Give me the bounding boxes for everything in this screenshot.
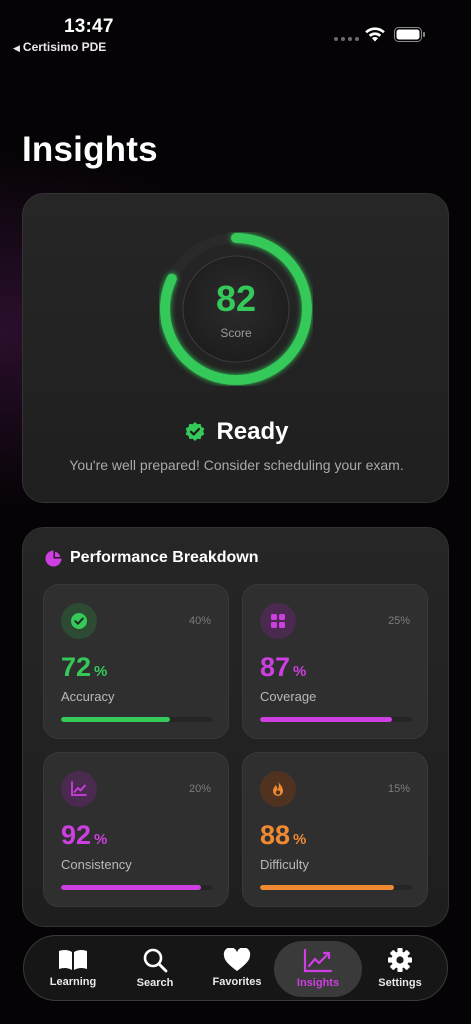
tab-settings[interactable]: Settings [357,936,443,1000]
metric-name: Difficulty [260,857,309,872]
metric-tile-accuracy[interactable]: 40% 72% Accuracy [43,584,229,739]
metric-weight: 25% [387,615,410,627]
tab-bar: Learning Search Favorites Insights Setti… [23,935,448,1001]
status-time: 13:47 [64,16,114,37]
readiness-status-text: Ready [216,418,289,445]
tab-label: Search [136,977,174,989]
gear-icon [388,948,412,972]
metric-tile-consistency[interactable]: 20% 92% Consistency [43,752,229,907]
metric-progress-bar [260,885,412,890]
tab-label: Learning [49,976,97,988]
battery-icon [394,27,425,42]
metric-value: 87% [260,652,307,682]
verified-badge-icon [186,422,205,441]
performance-breakdown-title: Performance Breakdown [70,549,259,566]
metric-weight: 15% [387,783,410,795]
readiness-message: You're well prepared! Consider schedulin… [69,457,404,473]
readiness-status: Ready [23,418,450,446]
tab-favorites[interactable]: Favorites [194,936,280,1000]
book-icon [59,949,87,970]
status-bar: 13:47 ◀ Certisimo PDE [0,0,471,60]
score-value: 82 [215,278,257,319]
metric-name: Accuracy [61,689,115,704]
flame-icon [260,771,296,807]
performance-breakdown-header: Performance Breakdown [45,549,259,567]
tab-learning[interactable]: Learning [30,936,116,1000]
signal-dots-icon [334,37,359,41]
back-triangle-icon: ◀ [13,43,20,53]
metric-name: Coverage [260,689,317,704]
metric-progress-bar [61,885,213,890]
page-title: Insights [22,130,158,169]
metric-progress-bar [61,717,213,722]
metric-name: Consistency [61,857,132,872]
checkmark-icon [61,603,97,639]
metric-tile-coverage[interactable]: 25% 87% Coverage [242,584,428,739]
chart-icon [303,949,333,973]
metric-progress-bar [260,717,412,722]
back-app-name: Certisimo PDE [22,40,107,54]
tab-insights[interactable]: Insights [274,941,362,997]
tab-label: Settings [378,977,422,989]
back-to-app-link[interactable]: ◀ Certisimo PDE [13,40,106,54]
search-icon [143,948,168,973]
chart-line-icon [61,771,97,807]
wifi-icon [365,27,385,42]
tab-label: Favorites [212,976,262,988]
metric-weight: 20% [188,783,211,795]
tab-label: Insights [296,977,340,989]
score-label: Score [220,326,252,340]
metric-tile-difficulty[interactable]: 15% 88% Difficulty [242,752,428,907]
readiness-score-card: 82 Score Ready You're well prepared! Con… [22,193,449,503]
metric-value: 72% [61,652,108,682]
grid-icon [260,603,296,639]
pie-chart-icon [45,550,62,566]
metric-weight: 40% [188,615,211,627]
performance-breakdown-card: Performance Breakdown 40% 72% Accuracy 2… [22,527,449,927]
tab-search[interactable]: Search [112,936,198,1000]
metric-value: 88% [260,820,307,850]
heart-icon [223,948,251,971]
metric-value: 92% [61,820,108,850]
